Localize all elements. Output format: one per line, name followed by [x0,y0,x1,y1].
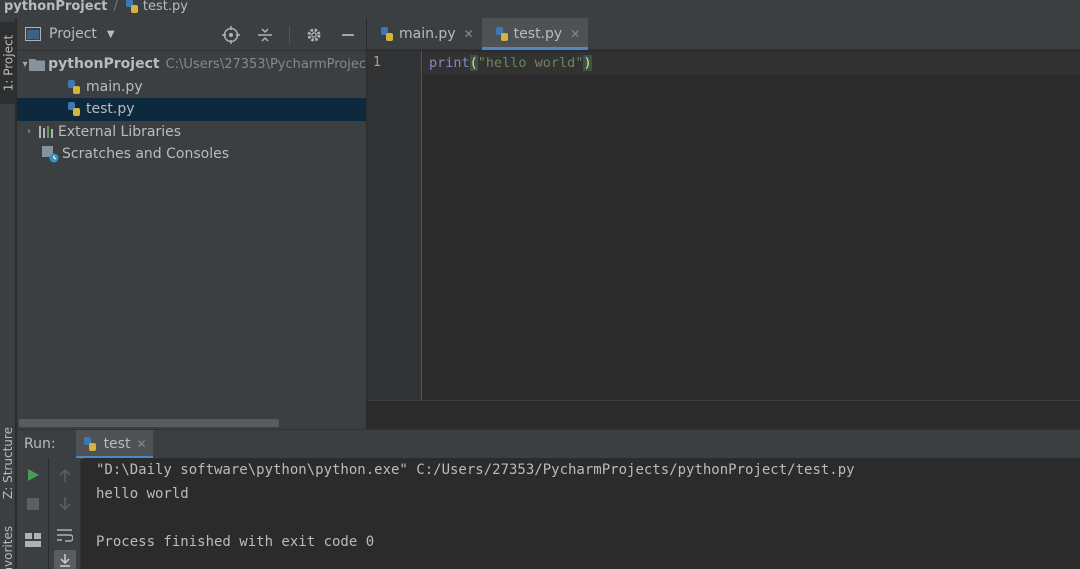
favorites-tool-tab[interactable]: Favorites [0,523,16,569]
code-string: "hello world" [477,55,584,71]
tree-item-external-libraries[interactable]: › External Libraries [17,121,366,144]
structure-tool-tab-label: Z: Structure [1,427,15,499]
run-tab-test[interactable]: test ✕ [75,429,153,459]
close-icon[interactable]: ✕ [570,27,580,41]
tree-item-label: pythonProject [48,56,160,73]
tree-item-path: C:\Users\27353\PycharmProjec [165,56,366,72]
code-function: print [429,55,470,71]
editor-footer [367,400,1080,429]
toolbar-divider [289,26,290,44]
favorites-tool-tab-label: Favorites [1,525,15,569]
arrow-down-icon[interactable] [54,493,76,515]
library-icon [37,123,55,141]
tree-item-pythonproject[interactable]: ▾ pythonProject C:\Users\27353\PycharmPr… [17,53,366,76]
run-label: Run: [24,436,56,452]
gear-icon[interactable] [304,25,324,45]
run-tab-label: test [103,436,131,452]
chevron-down-icon[interactable]: ▼ [107,29,115,40]
console-line: hello world [96,486,189,502]
tab-main-py[interactable]: main.py ✕ [367,18,482,50]
scratches-icon [41,145,59,163]
tree-item-test-py[interactable]: test.py [17,98,366,121]
tree-item-main-py[interactable]: main.py [17,76,366,99]
run-panel-header: Run: test ✕ [17,429,1080,459]
tree-item-label: External Libraries [58,123,181,140]
project-panel-header: Project ▼ [17,18,366,51]
breadcrumb-file[interactable]: test.py [124,0,188,14]
project-tool-tab[interactable]: 1: Project [0,22,16,104]
stop-icon[interactable] [22,493,44,515]
python-file-icon [381,27,393,41]
soft-wrap-icon[interactable] [54,524,76,546]
run-console[interactable]: "D:\Daily software\python\python.exe" C:… [82,458,1080,569]
project-tool-tab-label: 1: Project [1,34,15,92]
tab-test-py[interactable]: test.py ✕ [481,18,589,50]
tree-item-label: Scratches and Consoles [62,146,229,163]
code-editor[interactable]: print("hello world") [423,51,1080,400]
python-file-icon [65,78,83,96]
tab-label: test.py [513,26,563,42]
horizontal-scrollbar[interactable] [19,419,279,427]
tab-label: main.py [399,26,456,42]
navigation-bar: pythonProject / test.py [0,0,1080,18]
folder-icon [29,55,46,73]
project-panel: Project ▼ ▾ pythonProject C:\Users\27353… [17,18,366,429]
chevron-down-icon[interactable]: ▾ [21,59,29,70]
tree-item-scratches[interactable]: Scratches and Consoles [17,143,366,166]
code-line[interactable]: print("hello world") [423,52,1080,74]
console-line: Process finished with exit code 0 [96,534,375,550]
run-toolbar-primary [17,458,48,569]
python-file-icon [83,437,96,451]
console-line: "D:\Daily software\python\python.exe" C:… [96,462,855,478]
rerun-icon[interactable] [22,464,44,486]
tree-item-label: test.py [86,101,135,118]
chevron-right-icon[interactable]: › [21,126,37,137]
project-tree: ▾ pythonProject C:\Users\27353\PycharmPr… [17,51,366,166]
breadcrumb-separator: / [113,0,118,14]
structure-tool-tab[interactable]: Z: Structure [0,418,16,508]
hide-panel-icon[interactable] [338,25,358,45]
breadcrumb-file-label: test.py [142,0,188,14]
locate-file-icon[interactable] [221,25,241,45]
python-file-icon [65,100,83,118]
breadcrumb-project[interactable]: pythonProject [4,0,108,14]
editor-gutter: 1 [367,51,422,400]
run-toolbar-secondary [49,458,81,569]
arrow-up-icon[interactable] [54,464,76,486]
python-file-icon [495,27,508,41]
layout-icon[interactable] [22,529,44,551]
scroll-to-end-icon[interactable] [54,550,76,569]
code-paren-open: ( [469,55,478,71]
left-tool-stripe: 1: Project Z: Structure Favorites [0,18,16,569]
editor-tab-bar: main.py ✕ test.py ✕ [367,18,1080,50]
project-view-icon [25,27,41,41]
close-icon[interactable]: ✕ [136,437,146,451]
collapse-all-icon[interactable] [255,25,275,45]
close-icon[interactable]: ✕ [464,27,474,41]
project-view-selector[interactable]: Project [49,26,97,42]
python-file-icon [125,0,138,13]
line-number: 1 [373,55,381,70]
code-paren-close: ) [583,55,592,71]
tree-item-label: main.py [86,78,143,95]
